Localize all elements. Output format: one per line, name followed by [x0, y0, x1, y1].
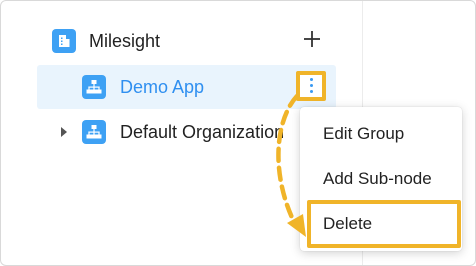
caret-right-icon[interactable] [60, 126, 68, 138]
vertical-ellipsis-icon [310, 78, 313, 81]
tree-item-default-organization[interactable]: Default Organization [37, 110, 299, 154]
tree-root-label: Milesight [89, 31, 161, 51]
ellipsis-dot [310, 90, 313, 93]
hierarchy-icon [82, 75, 106, 99]
delete-highlight-box [307, 200, 461, 248]
tree-item-demo-app[interactable]: Demo App [37, 65, 336, 109]
more-actions-button[interactable] [296, 71, 326, 101]
tree-root-milesight[interactable]: Milesight [37, 18, 335, 64]
menu-item-edit-group[interactable]: Edit Group [300, 112, 462, 156]
plus-icon[interactable] [302, 29, 322, 49]
building-icon [52, 29, 76, 53]
menu-item-add-sub-node[interactable]: Add Sub-node [300, 157, 462, 201]
tree-item-label: Default Organization [120, 122, 285, 142]
ellipsis-dot [310, 84, 313, 87]
tree-item-label: Demo App [120, 77, 205, 97]
hierarchy-icon [82, 120, 106, 144]
